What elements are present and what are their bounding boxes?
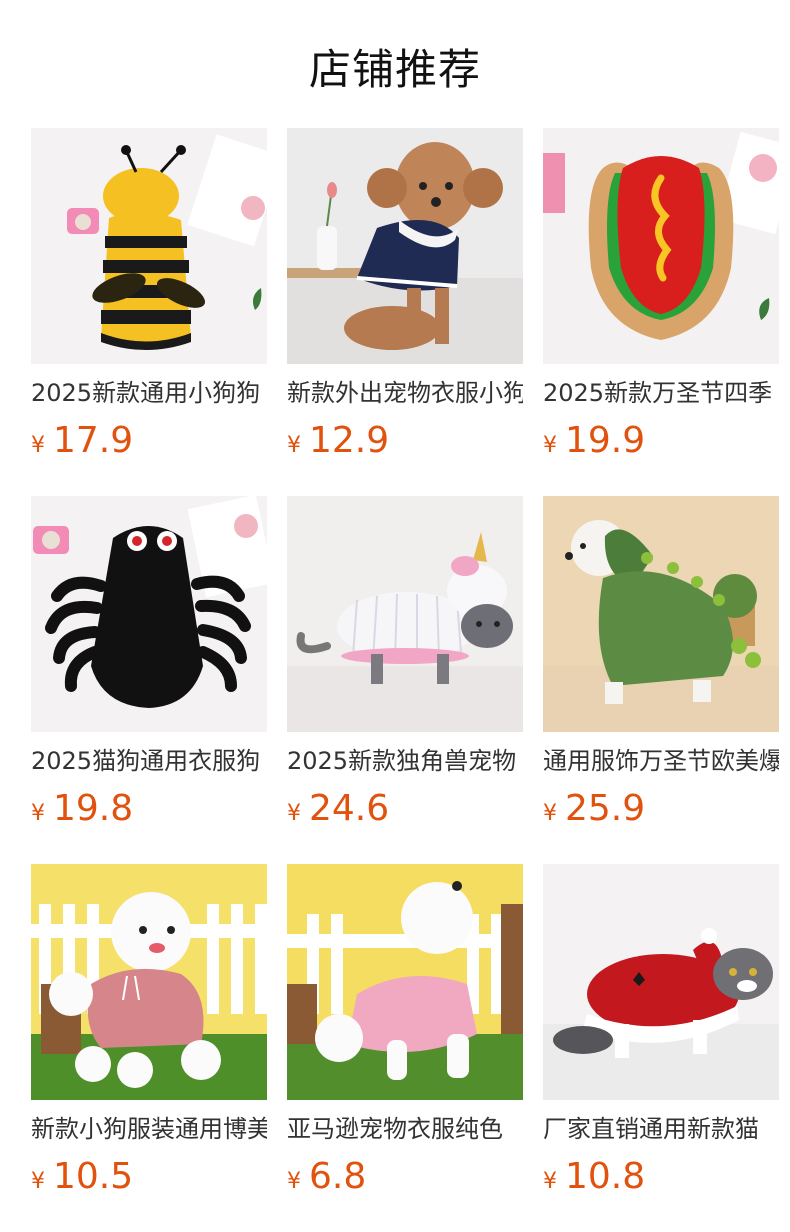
product-card[interactable]: 新款小狗服装通用博美 ¥10.5 (31, 864, 267, 1197)
product-name[interactable]: 2025新款通用小狗狗 (31, 378, 267, 408)
price-amount: 19.8 (53, 788, 134, 829)
currency-symbol: ¥ (543, 801, 557, 826)
product-image[interactable] (287, 496, 523, 732)
product-image[interactable] (543, 864, 779, 1100)
currency-symbol: ¥ (287, 433, 301, 458)
product-card[interactable]: 2025新款独角兽宠物 ¥24.6 (287, 496, 523, 829)
price-amount: 24.6 (309, 788, 390, 829)
product-image[interactable] (543, 128, 779, 364)
price-amount: 19.9 (565, 420, 646, 461)
product-price: ¥6.8 (287, 1156, 523, 1197)
currency-symbol: ¥ (287, 801, 301, 826)
currency-symbol: ¥ (287, 1169, 301, 1194)
product-name[interactable]: 新款外出宠物衣服小狗 (287, 378, 523, 408)
currency-symbol: ¥ (31, 1169, 45, 1194)
product-card[interactable]: 厂家直销通用新款猫 ¥10.8 (543, 864, 779, 1197)
price-amount: 6.8 (309, 1156, 367, 1197)
price-amount: 10.5 (53, 1156, 134, 1197)
product-price: ¥19.9 (543, 420, 779, 461)
product-name[interactable]: 新款小狗服装通用博美 (31, 1114, 267, 1144)
product-image[interactable] (31, 496, 267, 732)
product-image[interactable] (287, 864, 523, 1100)
product-card[interactable]: 2025新款万圣节四季 ¥19.9 (543, 128, 779, 461)
product-price: ¥10.8 (543, 1156, 779, 1197)
product-price: ¥19.8 (31, 788, 267, 829)
product-price: ¥12.9 (287, 420, 523, 461)
product-name[interactable]: 厂家直销通用新款猫 (543, 1114, 779, 1144)
currency-symbol: ¥ (31, 433, 45, 458)
price-amount: 12.9 (309, 420, 390, 461)
product-price: ¥17.9 (31, 420, 267, 461)
product-price: ¥25.9 (543, 788, 779, 829)
product-card[interactable]: 2025新款通用小狗狗 ¥17.9 (31, 128, 267, 461)
price-amount: 17.9 (53, 420, 134, 461)
product-price: ¥10.5 (31, 1156, 267, 1197)
product-name[interactable]: 通用服饰万圣节欧美爆 (543, 746, 779, 776)
product-card[interactable]: 新款外出宠物衣服小狗 ¥12.9 (287, 128, 523, 461)
product-price: ¥24.6 (287, 788, 523, 829)
product-name[interactable]: 2025猫狗通用衣服狗 (31, 746, 267, 776)
product-card[interactable]: 通用服饰万圣节欧美爆 ¥25.9 (543, 496, 779, 829)
currency-symbol: ¥ (543, 433, 557, 458)
price-amount: 25.9 (565, 788, 646, 829)
product-image[interactable] (287, 128, 523, 364)
price-amount: 10.8 (565, 1156, 646, 1197)
product-image[interactable] (31, 864, 267, 1100)
product-name[interactable]: 亚马逊宠物衣服纯色 (287, 1114, 523, 1144)
product-card[interactable]: 2025猫狗通用衣服狗 ¥19.8 (31, 496, 267, 829)
product-name[interactable]: 2025新款万圣节四季 (543, 378, 779, 408)
currency-symbol: ¥ (543, 1169, 557, 1194)
product-image[interactable] (31, 128, 267, 364)
currency-symbol: ¥ (31, 801, 45, 826)
product-name[interactable]: 2025新款独角兽宠物 (287, 746, 523, 776)
product-card[interactable]: 亚马逊宠物衣服纯色 ¥6.8 (287, 864, 523, 1197)
page-title: 店铺推荐 (308, 45, 481, 94)
product-image[interactable] (543, 496, 779, 732)
